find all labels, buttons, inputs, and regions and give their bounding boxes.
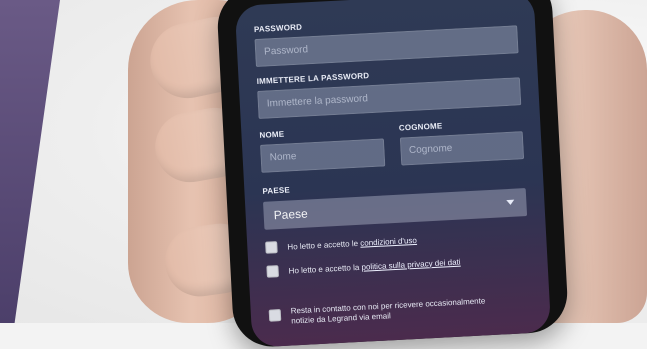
terms-link[interactable]: condizioni d'uso — [360, 235, 417, 247]
last-name-group: COGNOME Cognome — [399, 117, 525, 166]
first-name-group: NOME Nome — [259, 124, 385, 173]
registration-form: PASSWORD Password IMMETTERE LA PASSWORD … — [254, 11, 532, 327]
terms-row: Ho letto e accetto le condizioni d'uso — [265, 228, 528, 254]
phone-screen: PASSWORD Password IMMETTERE LA PASSWORD … — [234, 0, 552, 348]
country-select-value: Paese — [273, 206, 309, 223]
marketing-text: Resta in contatto con noi per ricevere o… — [291, 296, 487, 326]
terms-text: Ho letto e accetto le condizioni d'uso — [287, 235, 417, 251]
terms-checkbox[interactable] — [265, 241, 278, 254]
chevron-down-icon — [506, 199, 515, 206]
marketing-checkbox[interactable] — [268, 309, 282, 322]
privacy-checkbox[interactable] — [266, 265, 279, 278]
country-select[interactable]: Paese — [263, 188, 528, 230]
terms-prefix: Ho letto e accetto le — [287, 238, 359, 252]
phone: PASSWORD Password IMMETTERE LA PASSWORD … — [215, 0, 570, 349]
